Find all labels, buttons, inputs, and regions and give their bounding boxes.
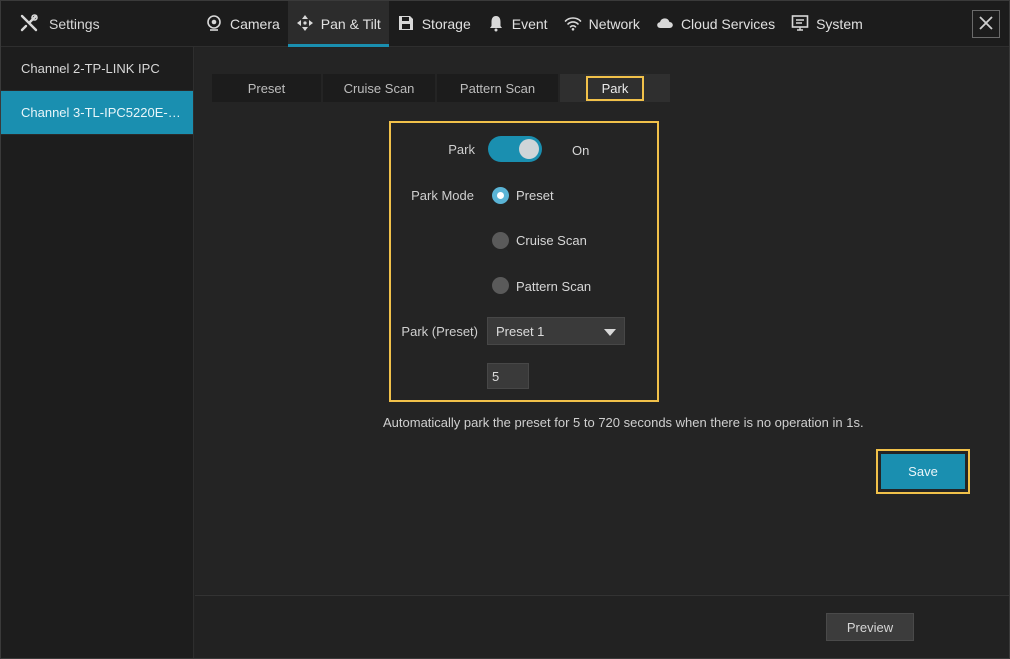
save-highlight: Save [876,449,970,494]
chevron-down-icon [604,329,616,336]
tab-label: Network [588,16,640,32]
park-seconds-input[interactable] [487,363,529,389]
footer-bar: Preview [195,595,1009,658]
main-tabs: Camera Pan & Tilt Storage Event Network … [197,1,871,47]
tab-network[interactable]: Network [556,1,648,47]
pan-tilt-icon [296,14,314,35]
park-toggle-state: On [572,143,590,158]
radio-cruise-scan[interactable] [492,232,509,249]
channel-sidebar: Channel 2-TP-LINK IPC Channel 3-TL-IPC52… [1,47,194,658]
tab-system[interactable]: System [783,1,871,47]
bell-icon [487,14,505,35]
radio-pattern-scan[interactable] [492,277,509,294]
close-button[interactable] [972,10,1000,38]
sidebar-item-channel-2[interactable]: Channel 2-TP-LINK IPC [1,47,193,91]
wifi-icon [564,14,582,35]
park-description: Automatically park the preset for 5 to 7… [383,415,864,430]
subtab-label: Pattern Scan [459,80,536,96]
toggle-knob [519,139,539,159]
tab-camera[interactable]: Camera [197,1,288,47]
subtab-park[interactable]: Park [560,74,670,102]
radio-pattern-scan-label: Pattern Scan [516,279,592,294]
subtab-label: Cruise Scan [343,80,415,96]
tab-label: Camera [230,16,280,32]
tab-label: Event [511,16,548,32]
tab-storage[interactable]: Storage [389,1,479,47]
park-mode-label: Park Mode [411,188,474,203]
tab-pan-tilt[interactable]: Pan & Tilt [287,1,389,47]
main-panel: Preset Cruise Scan Pattern Scan Park Par… [195,48,1009,594]
app-title: Settings [49,16,100,32]
radio-preset-label: Preset [516,188,554,203]
storage-icon [397,14,415,35]
park-label: Park [448,142,475,157]
tab-label: System [816,16,863,32]
tab-event[interactable]: Event [479,1,556,47]
park-settings-highlight [389,121,659,402]
park-preset-select[interactable]: Preset 1 [487,317,625,345]
tab-cloud-services[interactable]: Cloud Services [648,1,783,47]
save-button[interactable]: Save [881,454,965,489]
sidebar-item-label: Channel 2-TP-LINK IPC [21,61,160,76]
cloud-icon [656,14,674,35]
app-brand: Settings [19,1,100,47]
tab-label: Pan & Tilt [320,16,381,32]
select-value: Preset 1 [496,323,545,339]
top-bar: Settings Camera Pan & Tilt Storage Event [1,1,1009,47]
subtab-preset[interactable]: Preset [212,74,321,102]
park-preset-label: Park (Preset) [401,324,478,339]
radio-preset[interactable] [492,187,509,204]
settings-window: Settings Camera Pan & Tilt Storage Event [0,0,1010,659]
camera-icon [205,14,223,35]
tools-icon [19,13,39,36]
pan-tilt-subtabs: Preset Cruise Scan Pattern Scan Park [212,74,672,102]
park-toggle[interactable] [488,136,542,162]
preview-button[interactable]: Preview [826,613,914,641]
subtab-pattern-scan[interactable]: Pattern Scan [437,74,558,102]
monitor-icon [791,14,809,35]
subtab-cruise-scan[interactable]: Cruise Scan [323,74,435,102]
sidebar-item-label: Channel 3-TL-IPC5220E-DC... [21,105,189,120]
subtab-label: Preset [247,80,286,96]
radio-cruise-scan-label: Cruise Scan [516,233,587,248]
tab-label: Cloud Services [680,16,776,32]
tab-label: Storage [421,16,471,32]
subtab-label: Park [585,75,645,101]
close-icon [978,15,994,34]
sidebar-item-channel-3[interactable]: Channel 3-TL-IPC5220E-DC... [1,91,193,135]
